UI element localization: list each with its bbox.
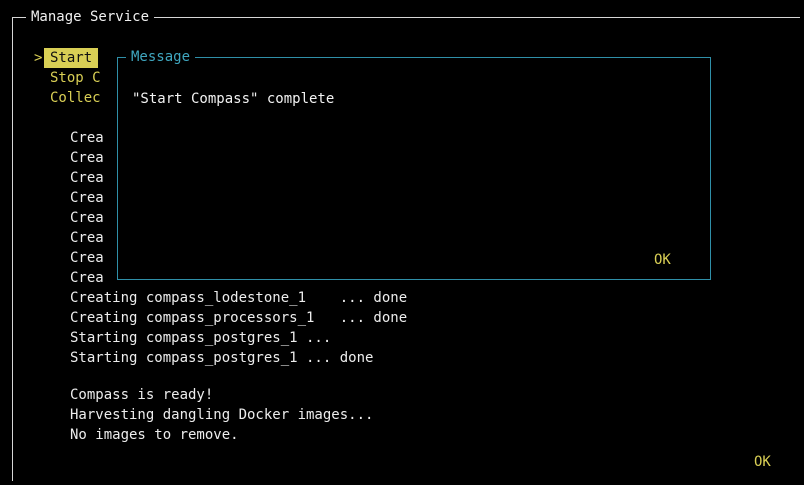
log-line: Starting compass_postgres_1 ... done <box>70 350 374 366</box>
status-line: Harvesting dangling Docker images... <box>70 407 374 423</box>
menu-item-collect[interactable]: Collec <box>44 88 107 108</box>
status-line: No images to remove. <box>70 427 239 443</box>
marker-spacer <box>34 68 44 88</box>
menu-item-stop[interactable]: Stop C <box>44 68 107 88</box>
log-line: Creating compass_lodestone_1 ... done <box>70 290 408 306</box>
log-line: Creating compass_processors_1 ... done <box>70 310 408 326</box>
marker-spacer <box>34 88 44 108</box>
ok-button[interactable]: OK <box>754 452 771 472</box>
message-dialog: Message "Start Compass" complete OK <box>117 48 711 280</box>
menu-row-start[interactable]: > Start <box>34 48 107 68</box>
menu-row-collect[interactable]: Collec <box>34 88 107 108</box>
status-line: Compass is ready! <box>70 387 214 403</box>
menu-row-stop[interactable]: Stop C <box>34 68 107 88</box>
message-dialog-title: Message <box>126 48 196 66</box>
message-text: "Start Compass" complete <box>132 91 335 107</box>
log-line: Starting compass_postgres_1 ... <box>70 330 332 346</box>
menu-item-start[interactable]: Start <box>44 48 99 68</box>
manage-service-title: Manage Service <box>26 8 155 26</box>
log-spacer <box>70 368 407 385</box>
service-menu: > Start Stop C Collec <box>34 48 107 108</box>
dialog-ok-button[interactable]: OK <box>654 250 671 270</box>
selection-marker: > <box>34 50 43 66</box>
